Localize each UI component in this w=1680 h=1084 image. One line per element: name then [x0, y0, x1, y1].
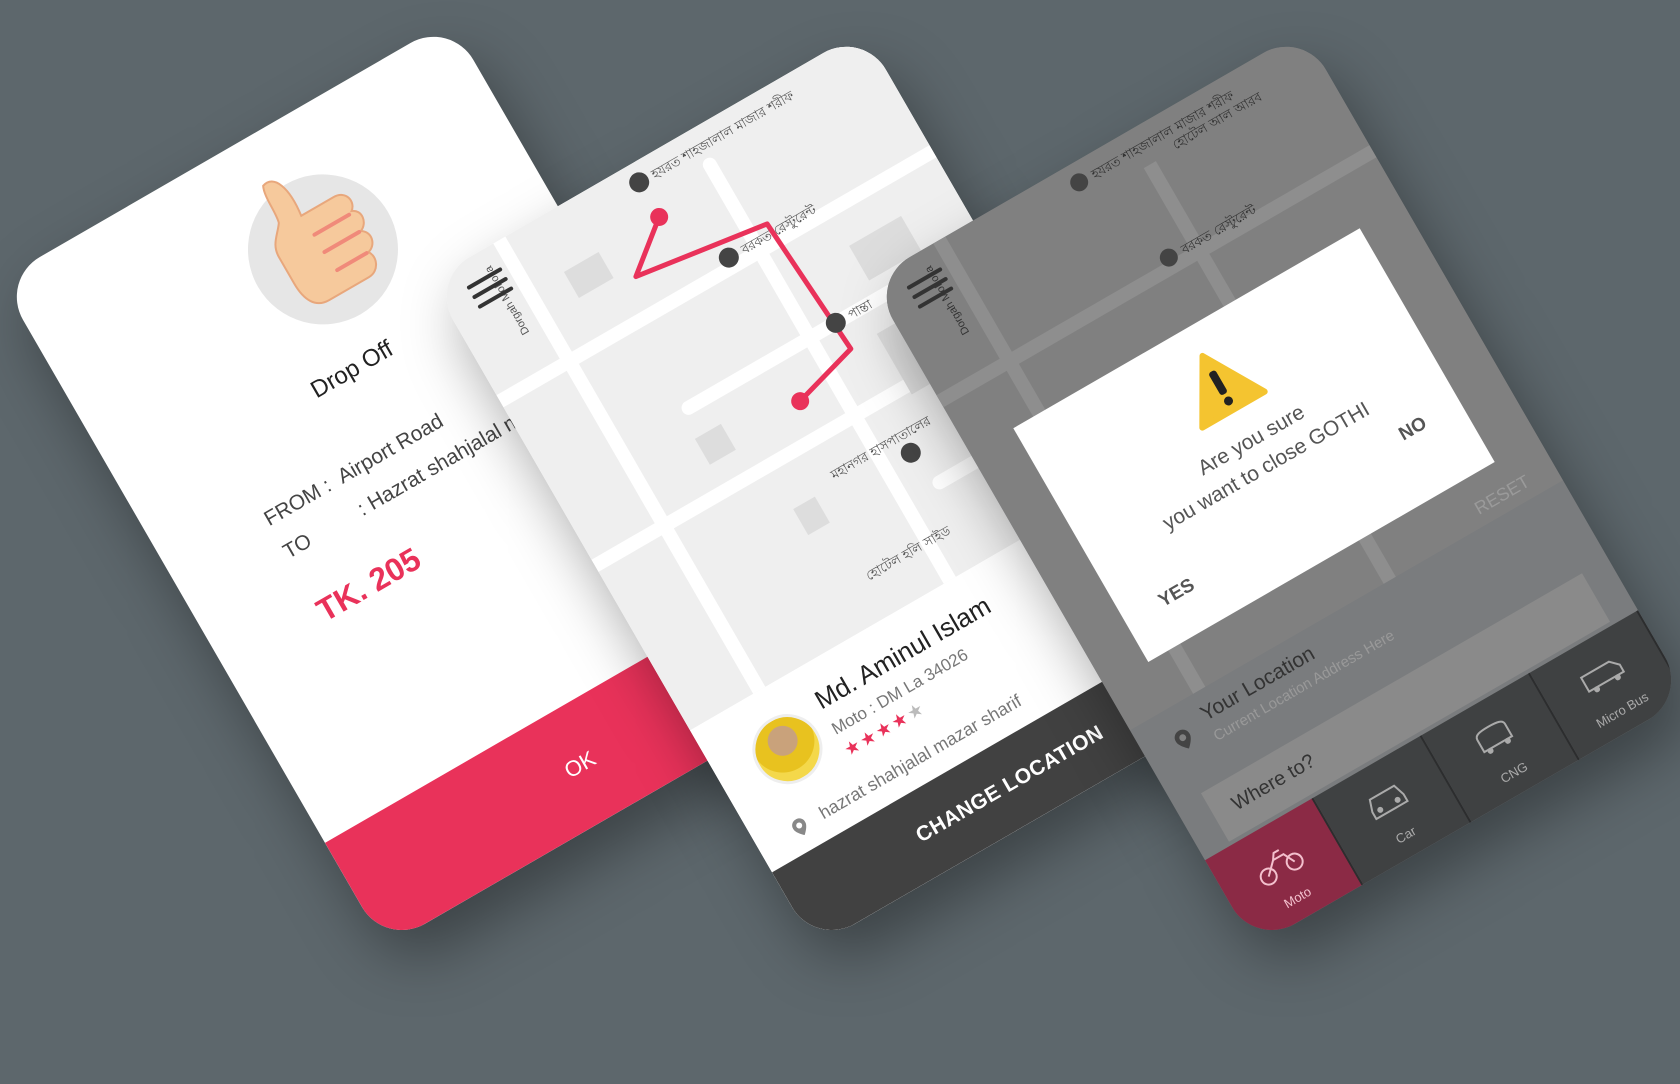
location-pin-icon: [792, 818, 807, 836]
driver-avatar: [739, 701, 836, 797]
yes-button[interactable]: YES: [1155, 575, 1199, 613]
motorbike-icon: [1259, 849, 1304, 886]
car-icon: [1368, 784, 1409, 821]
warning-icon: [1199, 352, 1268, 431]
fare-amount: TK. 205: [310, 540, 427, 629]
location-pin-icon: [1174, 729, 1191, 749]
no-button[interactable]: NO: [1395, 413, 1431, 446]
microbus-icon: [1579, 660, 1625, 694]
thumbs-up-icon: [262, 180, 378, 305]
cng-icon: [1475, 720, 1513, 755]
